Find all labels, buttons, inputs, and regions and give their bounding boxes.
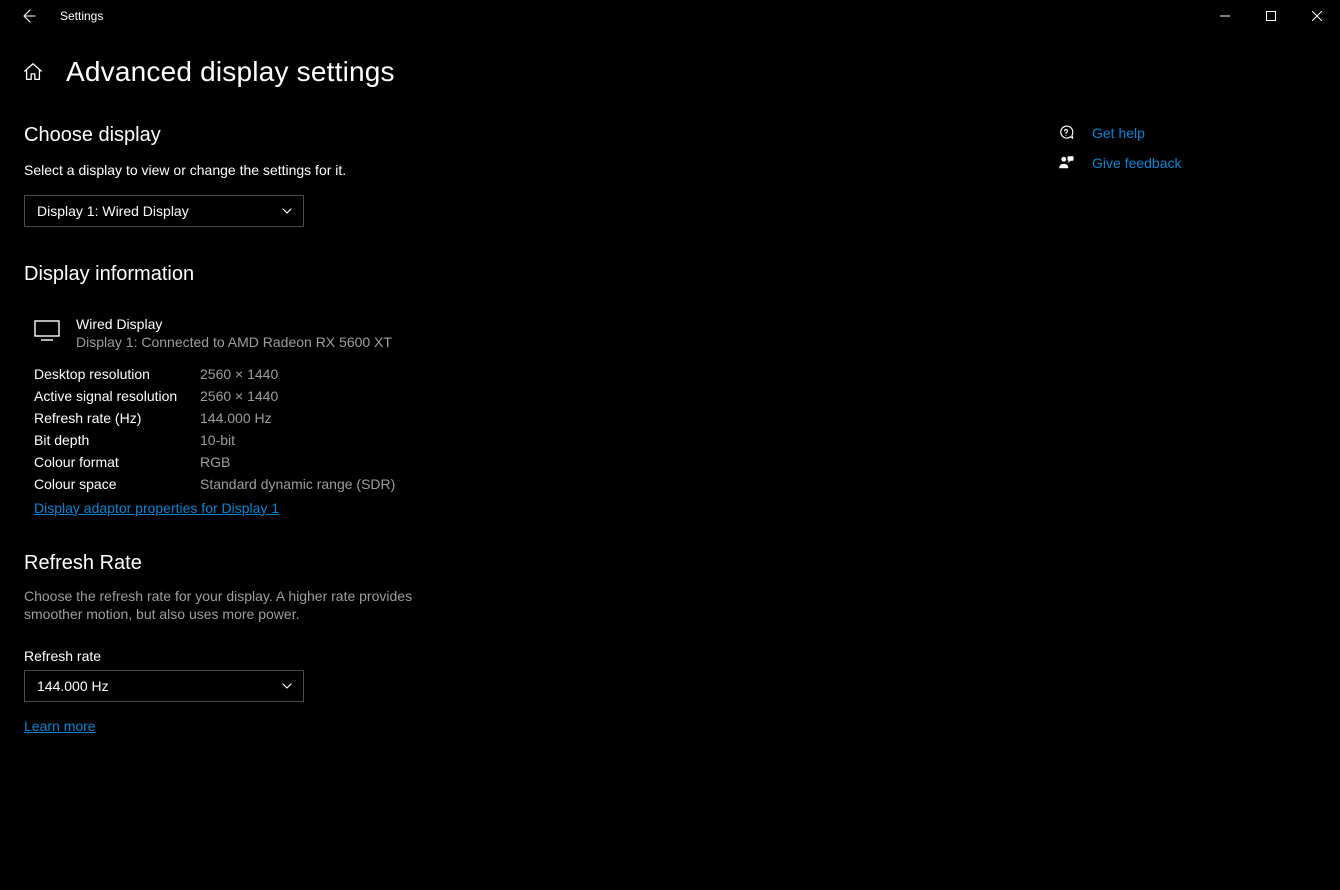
info-value: RGB bbox=[200, 454, 704, 470]
get-help-link[interactable]: Get help bbox=[1092, 125, 1145, 141]
get-help-row: Get help bbox=[1056, 124, 1316, 142]
feedback-icon bbox=[1056, 154, 1076, 172]
maximize-icon bbox=[1266, 11, 1276, 21]
refresh-rate-select[interactable]: 144.000 Hz bbox=[24, 670, 304, 702]
minimize-icon bbox=[1220, 11, 1230, 21]
learn-more-link[interactable]: Learn more bbox=[24, 718, 96, 734]
choose-display-description: Select a display to view or change the s… bbox=[24, 161, 704, 181]
refresh-rate-description: Choose the refresh rate for your display… bbox=[24, 587, 424, 625]
close-button[interactable] bbox=[1294, 0, 1340, 32]
info-label: Active signal resolution bbox=[34, 388, 200, 404]
info-value: 144.000 Hz bbox=[200, 410, 704, 426]
display-connection: Display 1: Connected to AMD Radeon RX 56… bbox=[76, 334, 392, 350]
chevron-down-icon bbox=[281, 205, 293, 217]
home-icon[interactable] bbox=[22, 61, 44, 83]
display-select-value: Display 1: Wired Display bbox=[37, 203, 189, 219]
window-controls bbox=[1202, 0, 1340, 32]
info-value: 2560 × 1440 bbox=[200, 366, 704, 382]
info-label: Colour space bbox=[34, 476, 200, 492]
info-value: Standard dynamic range (SDR) bbox=[200, 476, 704, 492]
give-feedback-row: Give feedback bbox=[1056, 154, 1316, 172]
minimize-button[interactable] bbox=[1202, 0, 1248, 32]
back-button[interactable] bbox=[10, 0, 46, 32]
info-label: Colour format bbox=[34, 454, 200, 470]
maximize-button[interactable] bbox=[1248, 0, 1294, 32]
give-feedback-link[interactable]: Give feedback bbox=[1092, 155, 1182, 171]
page-header: Advanced display settings bbox=[0, 32, 1340, 88]
page-title: Advanced display settings bbox=[66, 56, 395, 88]
monitor-icon bbox=[34, 320, 60, 342]
titlebar: Settings bbox=[0, 0, 1340, 32]
display-name: Wired Display bbox=[76, 316, 392, 332]
display-info-heading: Display information bbox=[24, 263, 704, 286]
display-info-grid: Desktop resolution2560 × 1440Active sign… bbox=[34, 366, 704, 492]
chevron-down-icon bbox=[281, 680, 293, 692]
arrow-left-icon bbox=[20, 8, 36, 24]
info-label: Desktop resolution bbox=[34, 366, 200, 382]
info-label: Bit depth bbox=[34, 432, 200, 448]
help-icon bbox=[1056, 124, 1076, 142]
info-value: 2560 × 1440 bbox=[200, 388, 704, 404]
info-label: Refresh rate (Hz) bbox=[34, 410, 200, 426]
refresh-rate-select-value: 144.000 Hz bbox=[37, 678, 109, 694]
refresh-rate-field-label: Refresh rate bbox=[24, 648, 704, 664]
refresh-rate-heading: Refresh Rate bbox=[24, 552, 704, 575]
adapter-properties-link[interactable]: Display adaptor properties for Display 1 bbox=[34, 500, 279, 516]
info-value: 10-bit bbox=[200, 432, 704, 448]
close-icon bbox=[1312, 11, 1322, 21]
app-title: Settings bbox=[60, 9, 103, 23]
display-select[interactable]: Display 1: Wired Display bbox=[24, 195, 304, 227]
choose-display-heading: Choose display bbox=[24, 124, 704, 147]
